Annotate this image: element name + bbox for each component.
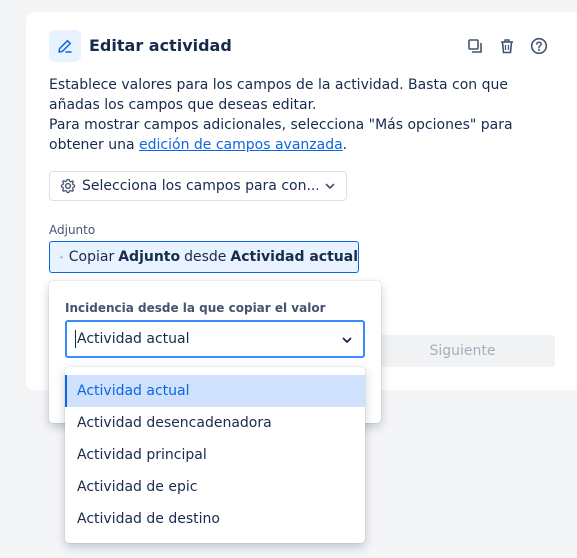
copy-field-name: Adjunto	[118, 249, 181, 265]
next-button[interactable]: Siguiente	[370, 335, 555, 367]
panel-title: Editar actividad	[89, 36, 232, 55]
text-caret	[75, 330, 76, 348]
duplicate-button[interactable]	[463, 34, 487, 58]
chevron-down-icon	[325, 183, 335, 189]
attachment-label: Adjunto	[49, 223, 96, 237]
chevron-down-icon	[342, 337, 352, 343]
description: Establece valores para los campos de la …	[49, 75, 559, 155]
copy-middle: desde	[184, 249, 227, 265]
option-epic-activity[interactable]: Actividad de epic	[65, 471, 365, 503]
field-selector-label: Selecciona los campos para con...	[82, 178, 318, 194]
advanced-edit-link[interactable]: edición de campos avanzada	[139, 137, 343, 153]
description-line-1: Establece valores para los campos de la …	[49, 77, 508, 113]
copy-source: Actividad actual	[230, 249, 358, 265]
source-issue-value: Actividad actual	[77, 331, 190, 347]
field-selector[interactable]: Selecciona los campos para con...	[49, 171, 347, 201]
option-current-activity[interactable]: Actividad actual	[65, 375, 365, 407]
gear-icon	[60, 178, 76, 194]
option-trigger-activity[interactable]: Actividad desencadenadora	[65, 407, 365, 439]
duplicate-icon	[468, 39, 482, 53]
description-line-2: Para mostrar campos adicionales, selecci…	[49, 115, 559, 155]
description-text-end: .	[342, 137, 348, 153]
copy-attachment-button[interactable]: Copiar Adjunto desde Actividad actual	[49, 241, 359, 273]
source-issue-select[interactable]: Actividad actual	[65, 320, 365, 358]
help-icon	[530, 37, 548, 55]
edit-icon	[49, 30, 81, 62]
source-issue-options: Actividad actual Actividad desencadenado…	[65, 367, 365, 543]
copy-icon	[60, 255, 63, 259]
option-parent-activity[interactable]: Actividad principal	[65, 439, 365, 471]
copy-prefix: Copiar	[68, 249, 115, 265]
trash-icon	[501, 39, 513, 54]
delete-button[interactable]	[495, 34, 519, 58]
help-button[interactable]	[527, 34, 551, 58]
option-destination-activity[interactable]: Actividad de destino	[65, 503, 365, 535]
source-issue-label: Incidencia desde la que copiar el valor	[65, 301, 326, 315]
